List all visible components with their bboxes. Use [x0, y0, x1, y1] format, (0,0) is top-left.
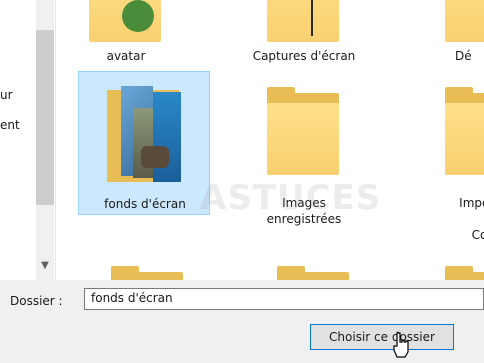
dialog-footer: Dossier : fonds d'écran Choisir ce dossi…	[0, 280, 484, 363]
watermark-logo: ASTUCES	[200, 178, 382, 218]
tile-label: Dé	[455, 49, 472, 63]
tile-label: Import Ph Com	[459, 196, 484, 242]
folder-tile-fonds-ecran[interactable]: fonds d'écran	[78, 71, 210, 215]
scroll-down-arrow-icon[interactable]: ▼	[36, 256, 54, 274]
dossier-input[interactable]: fonds d'écran	[84, 288, 484, 310]
nav-item[interactable]: ur	[0, 88, 13, 102]
folder-tile-de[interactable]: Dé	[415, 0, 484, 70]
navigation-pane: ur ent ▼	[0, 0, 56, 280]
elephant-image-icon	[141, 146, 169, 168]
tile-label: Captures d'écran	[252, 49, 356, 63]
nav-scroll-thumb[interactable]	[36, 30, 54, 205]
folder-icon	[107, 86, 187, 182]
dossier-label: Dossier :	[10, 294, 63, 308]
cursor-hand-icon	[393, 332, 409, 358]
folder-view: avatar Captures d'écran Dé fonds d'écran…	[55, 0, 484, 280]
folder-tile-avatar[interactable]: avatar	[67, 0, 185, 70]
choose-folder-button[interactable]: Choisir ce dossier	[310, 324, 454, 350]
nav-item[interactable]: ent	[0, 118, 20, 132]
avatar-thumbnail-icon	[122, 0, 154, 32]
folder-tile-captures[interactable]: Captures d'écran	[245, 0, 363, 70]
folder-tile-import[interactable]: Import Ph Com	[415, 71, 484, 251]
tile-label: fonds d'écran	[104, 197, 186, 211]
tile-label: avatar	[106, 49, 146, 63]
